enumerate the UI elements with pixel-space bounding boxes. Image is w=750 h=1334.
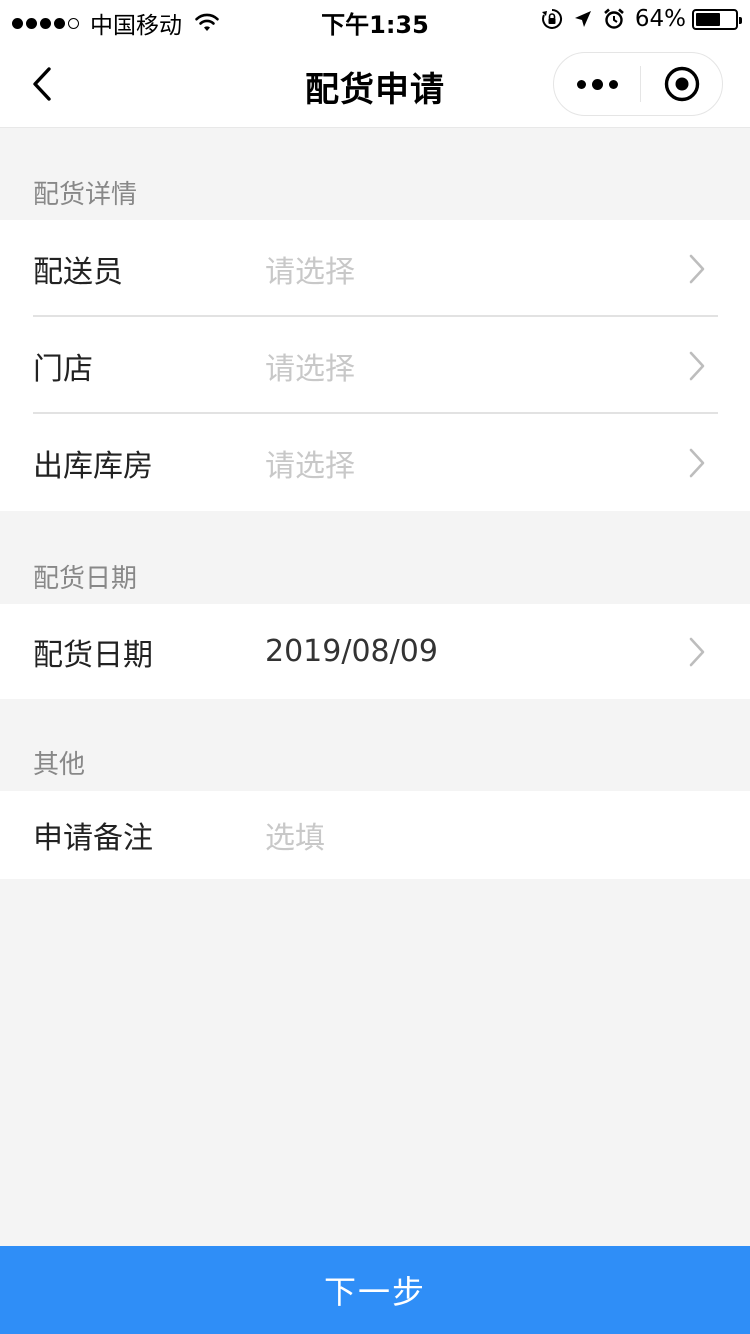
chevron-right-icon — [689, 448, 705, 478]
close-mini-program-button[interactable] — [641, 53, 722, 115]
remark-input[interactable]: 选填 — [265, 813, 325, 857]
date-group: 配货日期 2019/08/09 — [0, 604, 750, 699]
chevron-right-icon — [689, 637, 705, 667]
mini-program-capsule — [553, 52, 723, 116]
date-row[interactable]: 配货日期 2019/08/09 — [0, 604, 750, 699]
store-row[interactable]: 门店 请选择 — [0, 317, 750, 414]
section-title-details: 配货详情 — [33, 180, 138, 210]
distribution-request-page: 中国移动 下午1:35 64% 配货申请 配货详情 配送员 请选择 门店 请选择… — [0, 0, 750, 1334]
courier-label: 配送员 — [33, 254, 123, 290]
store-value: 请选择 — [265, 351, 355, 387]
alarm-icon — [603, 8, 625, 30]
remark-row: 申请备注 选填 — [0, 791, 750, 879]
status-right: 64% — [531, 6, 742, 32]
target-circle-icon — [664, 66, 699, 102]
more-icon-dot — [576, 79, 586, 89]
store-label: 门店 — [33, 351, 93, 387]
next-step-button[interactable]: 下一步 — [0, 1246, 750, 1334]
battery-percent: 64% — [634, 6, 686, 32]
section-title-date: 配货日期 — [33, 564, 138, 594]
remark-label: 申请备注 — [33, 821, 153, 856]
location-icon — [573, 9, 593, 29]
battery-icon — [692, 8, 742, 30]
courier-value: 请选择 — [265, 254, 355, 290]
chevron-right-icon — [689, 254, 705, 284]
more-button[interactable] — [554, 53, 640, 115]
warehouse-row[interactable]: 出库库房 请选择 — [0, 414, 750, 511]
courier-row[interactable]: 配送员 请选择 — [0, 220, 750, 317]
more-icon-dot — [608, 79, 618, 89]
rotation-lock-icon — [541, 8, 563, 30]
date-value: 2019/08/09 — [265, 634, 438, 669]
status-bar: 中国移动 下午1:35 64% — [0, 0, 750, 40]
more-icon-dot — [591, 78, 603, 90]
chevron-right-icon — [689, 351, 705, 381]
warehouse-value: 请选择 — [265, 448, 355, 484]
other-group: 申请备注 选填 — [0, 791, 750, 879]
details-group: 配送员 请选择 门店 请选择 出库库房 请选择 — [0, 220, 750, 511]
warehouse-label: 出库库房 — [33, 448, 153, 484]
date-label: 配货日期 — [33, 637, 153, 673]
nav-bar: 配货申请 — [0, 40, 750, 128]
section-title-other: 其他 — [33, 750, 86, 780]
